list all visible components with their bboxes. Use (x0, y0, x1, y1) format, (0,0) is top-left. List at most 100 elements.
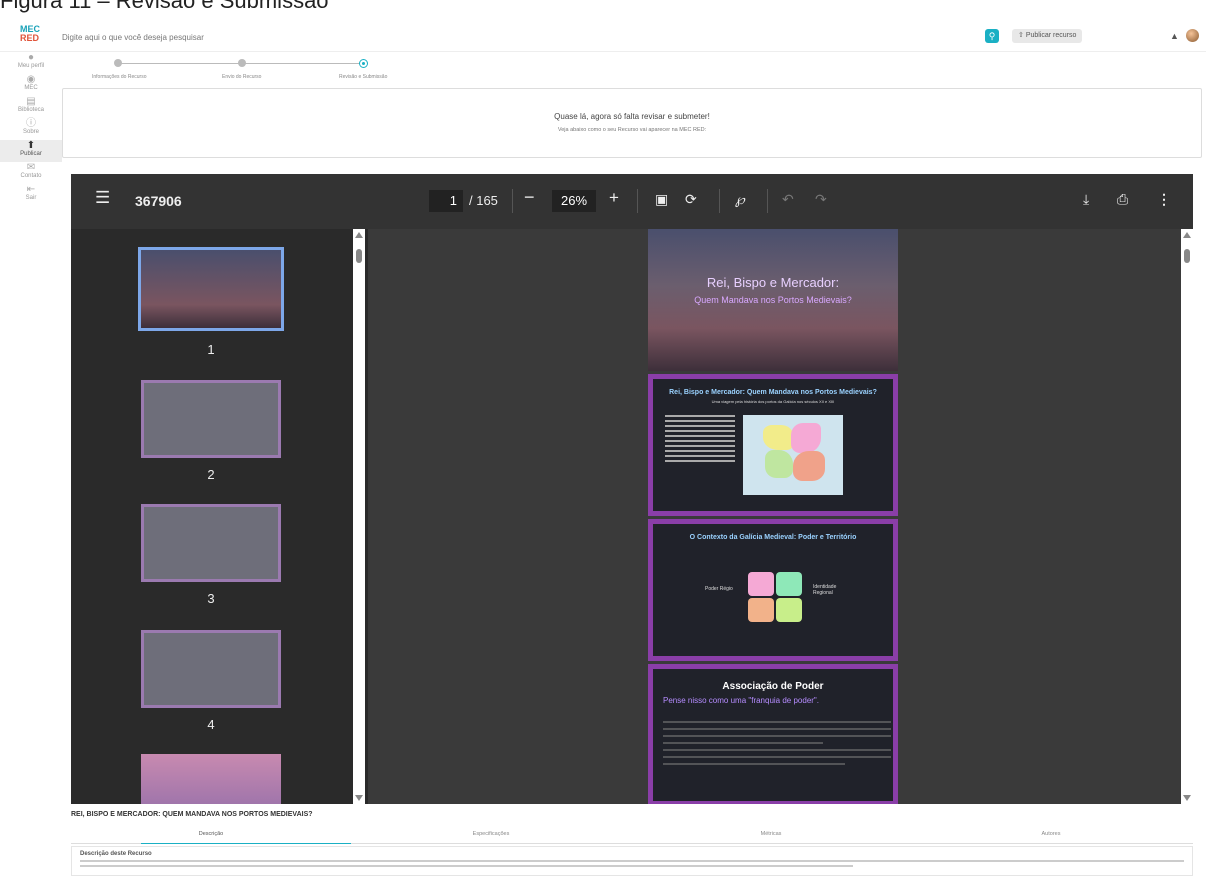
upload-icon: ⬆ (26, 140, 36, 151)
thumbnail-page-3[interactable] (138, 501, 284, 585)
info-icon: ⓘ (26, 118, 36, 129)
scroll-thumb[interactable] (1184, 249, 1190, 263)
print-icon[interactable]: ⎙ (1117, 191, 1128, 208)
progress-stepper: Informações do Recurso Envio do Recurso … (62, 52, 1206, 86)
search-icon: ⚲ (988, 31, 996, 41)
tab-specifications[interactable]: Especificações (351, 831, 631, 837)
publish-resource-button[interactable]: ⇧ Publicar recurso (1012, 29, 1082, 43)
menu-icon[interactable]: ☰ (95, 188, 110, 208)
slide-page-3: O Contexto da Galícia Medieval: Poder e … (648, 519, 898, 661)
scroll-down-icon[interactable] (1183, 795, 1191, 801)
slide-3-label-right: Identidade Regional (813, 584, 837, 596)
fit-page-icon[interactable]: ▣ (655, 191, 668, 208)
sidebar-label: Sair (25, 195, 37, 201)
mail-icon: ✉ (26, 162, 36, 173)
slide-4-body (663, 721, 891, 770)
thumbnail-scrollbar[interactable] (353, 229, 365, 804)
thumbnail-number: 4 (207, 717, 215, 732)
thumbnail-number: 3 (207, 591, 215, 606)
slide-4-title: Associação de Poder (722, 681, 824, 692)
zoom-out-icon[interactable]: − (524, 187, 535, 208)
more-options-icon[interactable]: ⋮ (1157, 191, 1171, 208)
step-dot-3[interactable] (359, 59, 368, 68)
mec-icon: ◉ (26, 74, 36, 85)
notice-title: Quase lá, agora só falta revisar e subme… (554, 112, 710, 121)
sidebar-label: Sobre (22, 129, 39, 135)
rotate-icon[interactable]: ⟳ (685, 191, 697, 208)
sidebar-label: Meu perfil (17, 63, 45, 69)
step-label: Informações do Recurso (92, 74, 147, 80)
tab-description[interactable]: Descrição (71, 831, 351, 837)
document-id: 367906 (135, 193, 182, 209)
slide-4-subtitle: Pense nisso como uma "franquia de poder"… (663, 696, 819, 705)
sidebar-item-publish[interactable]: ⬆ Publicar (0, 140, 62, 162)
toolbar-divider (719, 189, 720, 213)
tab-metrics[interactable]: Métricas (631, 831, 911, 837)
resource-title: REI, BISPO E MERCADOR: QUEM MANDAVA NOS … (71, 811, 313, 818)
draw-icon[interactable]: ℘ (735, 191, 745, 208)
logo-bottom-text: RED (20, 33, 40, 43)
avatar[interactable] (1186, 29, 1199, 42)
sidebar-item-about[interactable]: ⓘ Sobre (0, 118, 62, 140)
sidebar-item-mec[interactable]: ◉ MEC (0, 74, 62, 96)
redo-icon[interactable]: ↷ (815, 191, 827, 208)
bell-icon[interactable]: ▲ (1170, 31, 1179, 41)
slide-page-4: Associação de Poder Pense nisso como uma… (648, 664, 898, 804)
scroll-down-icon[interactable] (355, 795, 363, 801)
publish-label: Publicar recurso (1025, 32, 1077, 39)
user-icon: ● (27, 52, 35, 63)
sidebar-label: Contato (20, 173, 42, 179)
library-icon: ▤ (26, 96, 36, 107)
notice-subtitle: Veja abaixo como o seu Recurso vai apare… (557, 127, 707, 133)
step-dot-2[interactable] (238, 59, 246, 67)
thumbnail-number: 1 (207, 342, 215, 357)
toolbar-divider (637, 189, 638, 213)
mecred-logo[interactable]: MEC RED (20, 25, 42, 49)
description-panel: Descrição deste Recurso (71, 846, 1193, 876)
step-connector (244, 63, 362, 64)
slide-1-subtitle: Quem Mandava nos Portos Medievais? (694, 295, 852, 305)
step-label: Revisão e Submissão (339, 74, 388, 80)
thumbnail-page-1[interactable] (138, 247, 284, 331)
tab-authors[interactable]: Autores (911, 831, 1191, 837)
sidebar-item-contact[interactable]: ✉ Contato (0, 162, 62, 184)
page-total: / 165 (469, 193, 498, 208)
sidebar-item-library[interactable]: ▤ Biblioteca (0, 96, 62, 118)
page-number-input[interactable]: 1 (429, 190, 463, 212)
thumbnail-page-2[interactable] (138, 377, 284, 461)
search-button[interactable]: ⚲ (985, 29, 999, 43)
thumbnail-page-5[interactable] (138, 751, 284, 804)
undo-icon[interactable]: ↶ (782, 191, 794, 208)
puzzle-image (748, 572, 804, 622)
review-notice: Quase lá, agora só falta revisar e subme… (62, 88, 1202, 158)
slide-1-title: Rei, Bispo e Mercador: (706, 275, 840, 290)
zoom-level-input[interactable]: 26% (552, 190, 596, 212)
download-icon[interactable]: ⤓ (1083, 191, 1089, 208)
sidebar-label: Publicar (20, 151, 42, 157)
step-label: Envio do Recurso (222, 74, 262, 80)
sidebar-label: MEC (24, 85, 38, 91)
toolbar-divider (767, 189, 768, 213)
step-dot-1[interactable] (114, 59, 122, 67)
thumbnail-page-4[interactable] (138, 627, 284, 711)
sidebar-item-profile[interactable]: ● Meu perfil (0, 52, 62, 74)
pdf-toolbar: ☰ 367906 1 / 165 − 26% + ▣ ⟳ ℘ ↶ ↷ ⤓ ⎙ ⋮ (71, 174, 1193, 229)
search-input[interactable]: Digite aqui o que você deseja pesquisar (62, 30, 997, 45)
sidebar-item-logout[interactable]: ⇤ Sair (0, 184, 62, 206)
zoom-in-icon[interactable]: + (609, 188, 619, 208)
thumbnail-sidebar: 1 2 3 4 (71, 229, 368, 804)
active-tab-indicator (141, 843, 351, 844)
pages-scrollbar[interactable] (1181, 229, 1193, 804)
scroll-up-icon[interactable] (1183, 232, 1191, 238)
description-heading: Descrição deste Recurso (80, 851, 152, 857)
sidebar-label: Biblioteca (17, 107, 44, 113)
galicia-map-image (743, 415, 843, 495)
thumbnail-number: 2 (207, 467, 215, 482)
scroll-up-icon[interactable] (355, 232, 363, 238)
scroll-thumb[interactable] (356, 249, 362, 263)
slide-2-body (665, 415, 735, 462)
slide-page-1: Rei, Bispo e Mercador: Quem Mandava nos … (648, 229, 898, 371)
resource-tabs: Descrição Especificações Métricas Autore… (71, 826, 1193, 844)
logout-icon: ⇤ (26, 184, 36, 195)
slide-page-2: Rei, Bispo e Mercador: Quem Mandava nos … (648, 374, 898, 516)
